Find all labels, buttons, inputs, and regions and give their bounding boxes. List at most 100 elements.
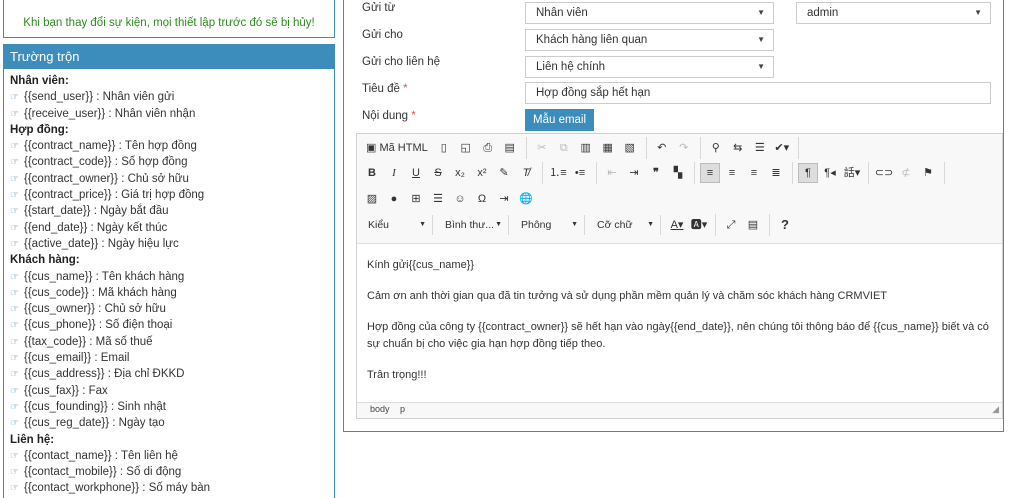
merge-field-code: {{contract_name}} — [24, 140, 116, 153]
show-blocks-icon[interactable]: ▤ — [743, 215, 763, 235]
outdent-icon[interactable]: ⇤ — [602, 163, 622, 183]
special-char-icon[interactable]: Ω — [472, 189, 492, 209]
new-page-icon[interactable]: ▯ — [434, 138, 454, 158]
ltr-icon[interactable]: ¶ — [798, 163, 818, 183]
cut-icon[interactable]: ✂ — [532, 138, 552, 158]
merge-field-code: {{cus_founding}} — [24, 400, 108, 413]
anchor-icon[interactable]: ⚑ — [918, 163, 938, 183]
horizontal-rule-icon[interactable]: ☰ — [428, 189, 448, 209]
redo-icon[interactable]: ↷ — [674, 138, 694, 158]
maximize-icon[interactable]: ⤢ — [721, 215, 741, 235]
merge-field-item[interactable]: ☞ {{cus_fax}} : Fax — [10, 383, 334, 399]
copy-format-icon[interactable]: ✎ — [494, 163, 514, 183]
paste-text-icon[interactable]: ▦ — [598, 138, 618, 158]
resize-handle-icon[interactable]: ◢ — [992, 404, 999, 415]
paste-word-icon[interactable]: ▧ — [620, 138, 640, 158]
toolbar-group-align: ≡ ≡ ≡ ≣ — [700, 162, 793, 184]
send-from-user-select[interactable]: admin ▼ — [796, 2, 991, 24]
paste-icon[interactable]: ▥ — [576, 138, 596, 158]
find-icon[interactable]: ⚲ — [706, 138, 726, 158]
merge-field-item[interactable]: ☞ {{cus_owner}} : Chủ sở hữu — [10, 301, 334, 317]
send-contact-select[interactable]: Liên hệ chính ▼ — [525, 56, 774, 78]
source-button[interactable]: ▣ Mã HTML — [362, 138, 432, 158]
print-icon[interactable]: ⎙ — [478, 138, 498, 158]
rtl-icon[interactable]: ¶◂ — [820, 163, 840, 183]
send-from-select[interactable]: Nhân viên ▼ — [525, 2, 774, 24]
language-icon[interactable]: 話▾ — [842, 163, 862, 183]
path-item-p[interactable]: p — [400, 404, 405, 414]
bold-icon[interactable]: B — [362, 163, 382, 183]
merge-field-item[interactable]: ☞ {{cus_founding}} : Sinh nhật — [10, 399, 334, 415]
strike-icon[interactable]: S — [428, 163, 448, 183]
merge-field-item[interactable]: ☞ {{contract_price}} : Giá trị hợp đồng — [10, 187, 334, 203]
chevron-down-icon: ▼ — [757, 8, 765, 17]
merge-field-item[interactable]: ☞ {{contact_mobile}} : Số di động — [10, 464, 334, 480]
pointing-hand-icon: ☞ — [10, 418, 19, 430]
format-combo[interactable]: Bình thư... ▼ — [439, 215, 509, 235]
merge-field-item[interactable]: ☞ {{cus_email}} : Email — [10, 350, 334, 366]
preview-icon[interactable]: ◱ — [456, 138, 476, 158]
merge-field-item[interactable]: ☞ {{cus_address}} : Địa chỉ ĐKKD — [10, 366, 334, 382]
select-all-icon[interactable]: ☰ — [750, 138, 770, 158]
merge-field-item[interactable]: ☞ {{contract_code}} : Số hợp đồng — [10, 154, 334, 170]
merge-field-item[interactable]: ☞ {{cus_phone}} : Số điện thoại — [10, 317, 334, 333]
justify-icon[interactable]: ≣ — [766, 163, 786, 183]
align-right-icon[interactable]: ≡ — [744, 163, 764, 183]
bulleted-list-icon[interactable]: •≡ — [570, 163, 590, 183]
editor-content-area[interactable]: Kính gửi{{cus_name}} Cảm ơn anh thời gian… — [357, 243, 1002, 403]
table-icon[interactable]: ⊞ — [406, 189, 426, 209]
style-combo[interactable]: Kiểu ▼ — [362, 215, 433, 235]
subject-label: Tiêu đề * — [362, 83, 408, 95]
undo-icon[interactable]: ↶ — [652, 138, 672, 158]
copy-icon[interactable]: ⧉ — [554, 138, 574, 158]
email-template-button[interactable]: Mẫu email — [525, 109, 595, 131]
replace-icon[interactable]: ⇆ — [728, 138, 748, 158]
merge-field-item[interactable]: ☞ {{tax_code}} : Mã số thuế — [10, 334, 334, 350]
blockquote-icon[interactable]: ❞ — [646, 163, 666, 183]
merge-field-item[interactable]: ☞ {{contract_owner}} : Chủ sở hữu — [10, 171, 334, 187]
merge-field-item[interactable]: ☞ {{send_user}} : Nhân viên gửi — [10, 89, 334, 105]
merge-field-item[interactable]: ☞ {{receive_user}} : Nhân viên nhận — [10, 106, 334, 122]
merge-field-item[interactable]: ☞ {{active_date}} : Ngày hiệu lực — [10, 236, 334, 252]
page-break-icon[interactable]: ⇥ — [494, 189, 514, 209]
italic-icon[interactable]: I — [384, 163, 404, 183]
font-combo[interactable]: Phông ▼ — [515, 215, 585, 235]
underline-icon[interactable]: U — [406, 163, 426, 183]
align-left-icon[interactable]: ≡ — [700, 163, 720, 183]
merge-field-item[interactable]: ☞ {{contact_name}} : Tên liên hệ — [10, 448, 334, 464]
flash-icon[interactable]: ● — [384, 189, 404, 209]
path-item-body[interactable]: body — [370, 404, 390, 414]
iframe-icon[interactable]: 🌐 — [516, 189, 536, 209]
merge-field-desc: : Số máy bàn — [139, 482, 211, 495]
bg-color-icon[interactable]: 🅰▾ — [689, 215, 709, 235]
subscript-icon[interactable]: x₂ — [450, 163, 470, 183]
send-to-select[interactable]: Khách hàng liên quan ▼ — [525, 29, 774, 51]
spellcheck-icon[interactable]: ✔▾ — [772, 138, 792, 158]
align-center-icon[interactable]: ≡ — [722, 163, 742, 183]
numbered-list-icon[interactable]: ⒈≡ — [548, 163, 568, 183]
merge-field-desc: : Chủ sở hữu — [94, 303, 166, 316]
format-combo-label: Bình thư... — [445, 219, 495, 231]
remove-format-icon[interactable]: T̸ — [516, 163, 536, 183]
unlink-icon[interactable]: ⊄ — [896, 163, 916, 183]
merge-field-item[interactable]: ☞ {{contact_workphone}} : Số máy bàn — [10, 480, 334, 496]
subject-input[interactable]: Hợp đồng sắp hết hạn — [525, 82, 991, 104]
div-icon[interactable]: ▚ — [668, 163, 688, 183]
merge-field-item[interactable]: ☞ {{start_date}} : Ngày bắt đầu — [10, 203, 334, 219]
templates-icon[interactable]: ▤ — [500, 138, 520, 158]
merge-field-item[interactable]: ☞ {{cus_reg_date}} : Ngày tạo — [10, 415, 334, 431]
link-icon[interactable]: ⊂⊃ — [874, 163, 894, 183]
superscript-icon[interactable]: x² — [472, 163, 492, 183]
merge-field-item[interactable]: ☞ {{cus_name}} : Tên khách hàng — [10, 269, 334, 285]
style-combo-label: Kiểu — [368, 219, 390, 231]
indent-icon[interactable]: ⇥ — [624, 163, 644, 183]
smiley-icon[interactable]: ☺ — [450, 189, 470, 209]
image-icon[interactable]: ▨ — [362, 189, 382, 209]
merge-field-item[interactable]: ☞ {{end_date}} : Ngày kết thúc — [10, 220, 334, 236]
text-color-icon[interactable]: A▾ — [667, 215, 687, 235]
help-button[interactable]: ? — [775, 215, 795, 235]
size-combo[interactable]: Cỡ chữ ▼ — [591, 215, 661, 235]
toolbar-group-document: ▣ Mã HTML ▯ ◱ ⎙ ▤ — [362, 137, 527, 159]
merge-field-item[interactable]: ☞ {{contract_name}} : Tên hợp đồng — [10, 138, 334, 154]
merge-field-item[interactable]: ☞ {{cus_code}} : Mã khách hàng — [10, 285, 334, 301]
